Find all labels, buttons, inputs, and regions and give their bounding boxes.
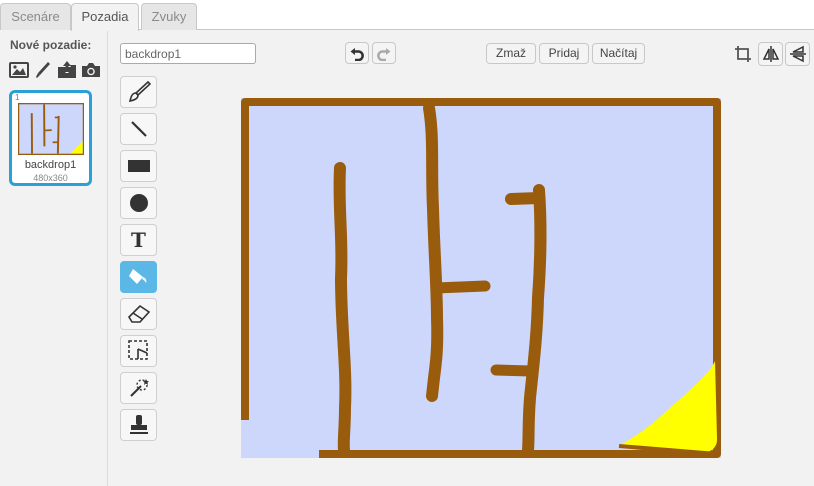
backdrop-name-input[interactable] — [120, 43, 256, 64]
select-tool[interactable] — [120, 335, 157, 367]
drawing-canvas[interactable] — [241, 98, 721, 458]
paintbrush-icon — [128, 80, 151, 103]
upload-icon[interactable] — [56, 60, 78, 80]
tab-scripts[interactable]: Scenáre — [0, 3, 71, 30]
ellipse-tool[interactable] — [120, 187, 157, 219]
tab-backdrops[interactable]: Pozadia — [71, 3, 139, 31]
backdrop-thumbnail-image — [18, 103, 84, 155]
line-tool[interactable] — [120, 113, 157, 145]
fill-tool[interactable] — [120, 261, 157, 293]
text-icon: T — [131, 228, 146, 252]
line-icon — [130, 121, 147, 137]
camera-icon[interactable] — [80, 60, 102, 80]
add-button[interactable]: Pridaj — [539, 43, 589, 64]
backdrop-size: 480x360 — [33, 173, 68, 183]
flip-vertical-icon — [789, 45, 806, 63]
undo-icon — [350, 48, 364, 61]
canvas-drawing — [241, 98, 721, 458]
paint-brush-icon[interactable] — [32, 60, 54, 80]
redo-button[interactable] — [372, 42, 396, 64]
text-tool[interactable]: T — [120, 224, 157, 256]
magic-wand-icon — [129, 379, 149, 397]
ellipse-icon — [129, 194, 148, 212]
rectangle-icon — [127, 160, 150, 172]
tab-sounds[interactable]: Zvuky — [141, 3, 197, 30]
paint-bucket-icon — [128, 269, 146, 284]
flip-vertical-button[interactable] — [785, 42, 810, 66]
crop-icon — [734, 46, 751, 62]
stamp-icon — [129, 415, 148, 434]
rectangle-tool[interactable] — [120, 150, 157, 182]
stamp-tool[interactable] — [120, 409, 157, 441]
import-button[interactable]: Načítaj — [592, 43, 645, 64]
new-backdrop-label: Nové pozadie: — [10, 38, 92, 52]
redo-icon — [377, 48, 391, 61]
new-backdrop-icons — [8, 60, 102, 80]
brush-tool[interactable] — [120, 76, 157, 108]
backdrop-thumbnail-selected[interactable]: 1 backdrop1 480x360 — [9, 90, 92, 186]
tab-bar: Scenáre Pozadia Zvuky — [0, 0, 814, 31]
backdrop-list-pane: Nové pozadie: 1 backdrop1 480x360 — [0, 30, 108, 486]
flip-horizontal-icon — [762, 46, 779, 62]
magic-wand-tool[interactable] — [120, 372, 157, 404]
image-library-icon[interactable] — [8, 60, 30, 80]
undo-button[interactable] — [345, 42, 369, 64]
backdrop-name: backdrop1 — [24, 159, 77, 171]
crop-button[interactable] — [730, 42, 755, 66]
eraser-icon — [127, 304, 150, 323]
flip-horizontal-button[interactable] — [758, 42, 783, 66]
eraser-tool[interactable] — [120, 298, 157, 330]
clear-button[interactable]: Zmaž — [486, 43, 536, 64]
select-icon — [127, 340, 148, 360]
backdrop-number: 1 — [15, 93, 20, 102]
paint-editor: Zmaž Pridaj Načítaj T — [108, 30, 814, 486]
